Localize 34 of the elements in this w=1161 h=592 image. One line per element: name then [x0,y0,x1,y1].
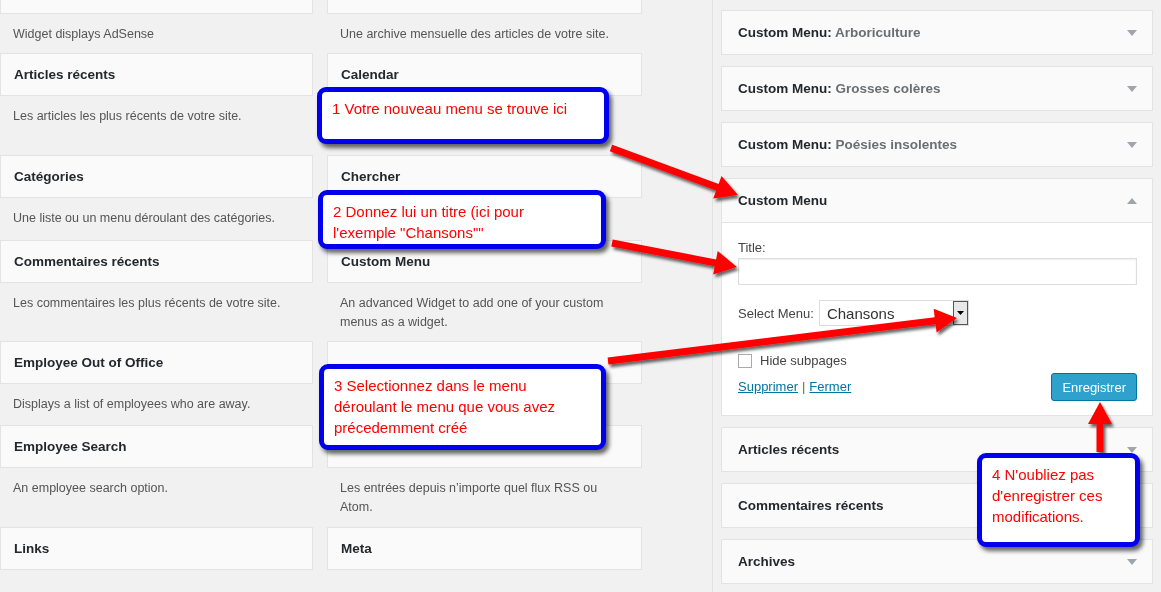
widget-title: Chercher [341,169,401,184]
widget-title: Catégories [14,169,84,184]
widget-title: Articles récents [738,442,840,457]
annotation-tooltip: 4 N'oubliez pas d'enregistrer ces modifications. [977,453,1140,547]
widget-description: Les entrées depuis n’importe quel flux RSS ou Atom. [340,480,599,516]
widget-title: Custom Menu: Arboriculture [738,25,921,40]
widget-title: Links [14,541,50,556]
widget-description: Widget displays AdSense [13,26,156,43]
widget-title: Custom Menu: Poésies insolentes [738,137,958,152]
checkbox-label: Hide subpages [760,353,847,368]
widget-title: Commentaires récents [738,498,884,513]
widget-description: An advanced Widget to add one of your custom menus as a widget. [340,295,605,331]
title-label: Title: [738,240,767,255]
widget-title: Custom Menu [341,254,431,269]
widget-description: Displays a list of employees who are away. [13,396,252,413]
widget-title: Employee Search [14,439,127,454]
annotation-tooltip: 2 Donnez lui un titre (ici pour l'exemple "Chansons"" [318,190,606,249]
widget-title: Custom Menu [738,193,828,208]
widget-title: Archives [738,554,796,569]
annotation-tooltip: 1 Votre nouveau menu se trouve ici [317,87,609,144]
widget-title: Custom Menu: Grosses colères [738,81,941,96]
widget-description: Les articles les plus récents de votre site. [13,108,243,125]
annotation-tooltip: 3 Selectionnez dans le menu déroulant le menu que vous avez précedemment créé [319,364,606,450]
select-label: Select Menu: [738,305,814,321]
widget-title: Calendar [341,67,399,82]
widget-description: Une archive mensuelle des articles de votre site. [340,26,610,43]
widget-title: Articles récents [14,67,116,82]
link-separator: | [801,379,806,394]
widget-title: Meta [341,541,372,556]
widget-title: Commentaires récents [14,254,160,269]
widget-title: Employee Out of Office [14,355,164,370]
widget-description: Les commentaires les plus récents de votre site. [13,295,282,312]
widget-description: Une liste ou un menu déroulant des catégories. [13,210,276,227]
widget-description: An employee search option. [13,480,169,497]
